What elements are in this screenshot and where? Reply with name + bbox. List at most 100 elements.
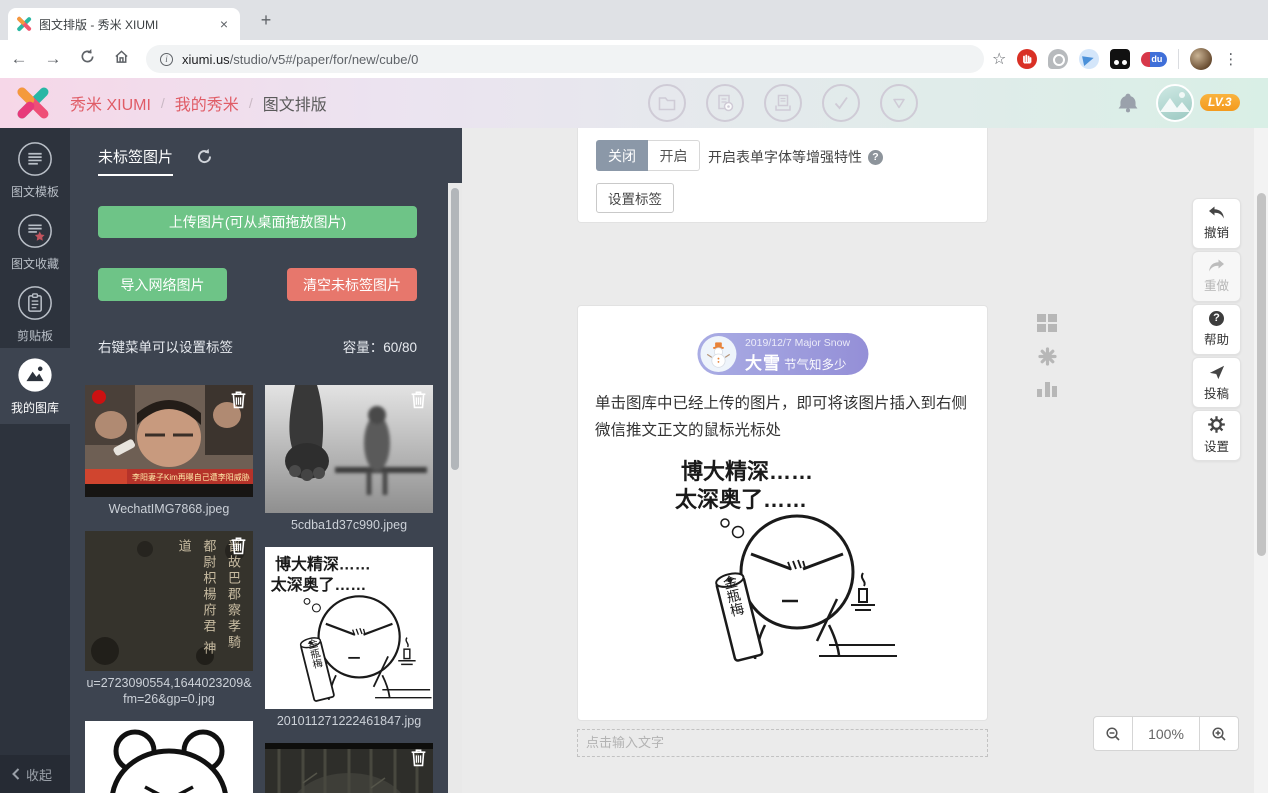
- gear-icon: [1208, 416, 1225, 433]
- sidebar-item-my-gallery[interactable]: 我的图库: [0, 348, 70, 424]
- grid-layout-icon[interactable]: [1037, 314, 1057, 332]
- sidebar-item-favorites[interactable]: 图文收藏: [0, 204, 70, 276]
- xiumi-logo[interactable]: [11, 81, 55, 125]
- redo-button[interactable]: 重做: [1192, 251, 1241, 302]
- forest-photo-thumbnail: [265, 743, 433, 793]
- tool-label: 撤销: [1204, 222, 1229, 241]
- sidebar-item-label: 我的图库: [11, 399, 59, 416]
- image-filename: WechatIMG7868.jpeg: [85, 501, 253, 517]
- undo-icon: [1208, 206, 1225, 219]
- toolbar-right: ☆ du ⋮: [992, 48, 1248, 70]
- article-content-card[interactable]: 2019/12/7 Major Snow 大雪 节气知多少 单击图库中已经上传的…: [577, 305, 988, 721]
- back-icon[interactable]: ←: [4, 49, 34, 69]
- breadcrumb-separator: /: [249, 95, 253, 111]
- asterisk-icon[interactable]: [1038, 347, 1057, 366]
- settings-button[interactable]: 设置: [1192, 410, 1241, 461]
- svg-text:博大精深……: 博大精深……: [275, 555, 371, 574]
- new-tab-button[interactable]: +: [254, 9, 278, 33]
- panel-scrollbar-thumb[interactable]: [451, 188, 459, 470]
- save-template-icon[interactable]: [706, 84, 744, 122]
- gallery-info-row: 右键菜单可以设置标签 容量：60/80: [98, 336, 417, 356]
- badge-subtitle: 节气知多少: [784, 354, 847, 373]
- xiumi-favicon: [16, 16, 32, 32]
- delete-image-icon[interactable]: [410, 748, 427, 767]
- zoom-level[interactable]: 100%: [1133, 716, 1199, 751]
- tab-close-icon[interactable]: ×: [216, 16, 232, 32]
- browser-profile-avatar[interactable]: [1190, 48, 1212, 70]
- folder-icon[interactable]: [648, 84, 686, 122]
- weibo-extension-icon[interactable]: [1048, 49, 1068, 69]
- url-bar[interactable]: i xiumi.us/studio/v5#/paper/for/new/cube…: [146, 45, 984, 73]
- adblock-extension-icon[interactable]: [1017, 49, 1037, 69]
- site-info-icon[interactable]: i: [160, 53, 173, 66]
- notification-bell-icon[interactable]: [1116, 92, 1140, 114]
- breadcrumb-separator: /: [161, 95, 165, 111]
- baidu-extension-icon[interactable]: du: [1141, 52, 1167, 67]
- image-grid: 李阳妻子Kim再曝自己遭李阳威胁 WechatIMG7868.jpeg: [85, 385, 433, 793]
- download-triangle-icon[interactable]: [880, 84, 918, 122]
- check-icon[interactable]: [822, 84, 860, 122]
- set-tag-button[interactable]: 设置标签: [596, 183, 674, 213]
- upload-image-button[interactable]: 上传图片(可从桌面拖放图片): [98, 206, 417, 238]
- header-action-icons: [648, 84, 918, 122]
- browser-menu-icon[interactable]: ⋮: [1223, 50, 1238, 68]
- paper-plane-icon: [1209, 364, 1225, 380]
- favorites-icon: [16, 212, 54, 250]
- zoom-in-button[interactable]: [1199, 716, 1239, 751]
- browser-tab[interactable]: 图文排版 - 秀米 XIUMI ×: [8, 8, 240, 40]
- gallery-image-news[interactable]: 李阳妻子Kim再曝自己遭李阳威胁 WechatIMG7868.jpeg: [85, 385, 253, 517]
- reload-icon[interactable]: [72, 49, 102, 69]
- reader-extension-icon[interactable]: [1110, 49, 1130, 69]
- refresh-icon[interactable]: [196, 148, 213, 165]
- delete-image-icon[interactable]: [230, 390, 247, 409]
- gallery-image-rubbing[interactable]: 晋故巴郡察孝騎 都尉枳楊府君 神道 u=2723090554,164402320…: [85, 531, 253, 707]
- gallery-image-bear-meme[interactable]: [85, 721, 253, 793]
- bookmark-star-icon[interactable]: ☆: [992, 49, 1006, 69]
- breadcrumb-current: 图文排版: [263, 91, 327, 115]
- delete-image-icon[interactable]: [410, 390, 427, 409]
- gallery-scroll-area: 上传图片(可从桌面拖放图片) 导入网络图片 清空未标签图片 右键菜单可以设置标签…: [70, 183, 448, 793]
- level-badge: LV.3: [1200, 94, 1240, 111]
- url-domain: xiumi.us: [182, 52, 230, 67]
- gallery-image-bw-photo[interactable]: 5cdba1d37c990.jpeg: [265, 385, 433, 533]
- toggle-off-button[interactable]: 关闭: [596, 140, 648, 171]
- main-area: 图文模板 图文收藏 剪贴板: [0, 128, 1268, 793]
- article-paragraph[interactable]: 单击图库中已经上传的图片，即可将该图片插入到右侧微信推文正文的鼠标光标处: [595, 390, 973, 444]
- toggle-on-button[interactable]: 开启: [648, 140, 700, 171]
- collapse-sidebar[interactable]: 收起: [0, 755, 70, 793]
- forward-icon[interactable]: →: [38, 49, 68, 69]
- editor-area: 关闭 开启 开启表单字体等增强特性 ? 设置标签: [462, 128, 1268, 793]
- sidebar-item-templates[interactable]: 图文模板: [0, 132, 70, 204]
- clear-untagged-button[interactable]: 清空未标签图片: [287, 268, 417, 301]
- tab-title: 图文排版 - 秀米 XIUMI: [39, 16, 216, 33]
- export-icon[interactable]: [764, 84, 802, 122]
- breadcrumb-my-xiumi[interactable]: 我的秀米: [175, 91, 239, 115]
- badge-date: 2019/12/7 Major Snow: [745, 337, 850, 349]
- undo-button[interactable]: 撤销: [1192, 198, 1241, 249]
- gallery-image-forest[interactable]: [265, 743, 433, 793]
- import-web-image-button[interactable]: 导入网络图片: [98, 268, 227, 301]
- svg-text:李阳妻子Kim再曝自己遭李阳威胁: 李阳妻子Kim再曝自己遭李阳威胁: [132, 472, 250, 482]
- editor-scrollbar-thumb[interactable]: [1257, 193, 1266, 556]
- template-icon: [16, 140, 54, 178]
- gallery-image-cartoon[interactable]: 博大精深…… 太深奥了……: [265, 547, 433, 729]
- breadcrumb-brand[interactable]: 秀米 XIUMI: [70, 91, 151, 115]
- inserted-cartoon-image[interactable]: 博大精深…… 太深奥了…… 金瓶梅: [667, 449, 899, 665]
- text-input-placeholder[interactable]: 点击输入文字: [577, 729, 988, 757]
- help-button[interactable]: ? 帮助: [1192, 304, 1241, 355]
- snow-festival-badge[interactable]: 2019/12/7 Major Snow 大雪 节气知多少: [697, 333, 868, 375]
- home-icon[interactable]: [106, 49, 136, 69]
- enhance-label-row: 开启表单字体等增强特性 ?: [708, 147, 883, 167]
- delete-image-icon[interactable]: [230, 536, 247, 555]
- zoom-out-button[interactable]: [1093, 716, 1133, 751]
- rubbing-characters: 晋故巴郡察孝騎 都尉枳楊府君 神道: [93, 539, 245, 663]
- bird-extension-icon[interactable]: [1079, 49, 1099, 69]
- sidebar-item-clipboard[interactable]: 剪贴板: [0, 276, 70, 348]
- submit-button[interactable]: 投稿: [1192, 357, 1241, 408]
- user-avatar[interactable]: [1156, 84, 1194, 122]
- sidebar-item-label: 剪贴板: [17, 327, 53, 344]
- help-question-icon[interactable]: ?: [868, 150, 883, 165]
- bear-meme-thumbnail: [85, 721, 253, 793]
- bar-chart-icon[interactable]: [1037, 381, 1057, 397]
- tab-untagged-images[interactable]: 未标签图片: [98, 146, 173, 176]
